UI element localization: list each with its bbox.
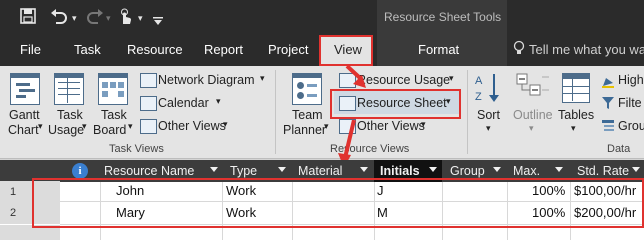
material-filter-icon[interactable]: [360, 167, 368, 172]
initials-filter-icon[interactable]: [429, 167, 437, 172]
rows-highlight: [32, 178, 644, 228]
arrow-view-to-sheet: [345, 64, 362, 80]
group-filter-icon[interactable]: [493, 167, 501, 172]
std-rate-filter-icon[interactable]: [632, 167, 640, 172]
indicators-icon[interactable]: i: [72, 163, 88, 179]
arrow-sheet-to-grid: [343, 119, 356, 159]
type-filter-icon[interactable]: [278, 167, 286, 172]
resource-name-filter-icon[interactable]: [210, 167, 218, 172]
max-filter-icon[interactable]: [555, 167, 563, 172]
